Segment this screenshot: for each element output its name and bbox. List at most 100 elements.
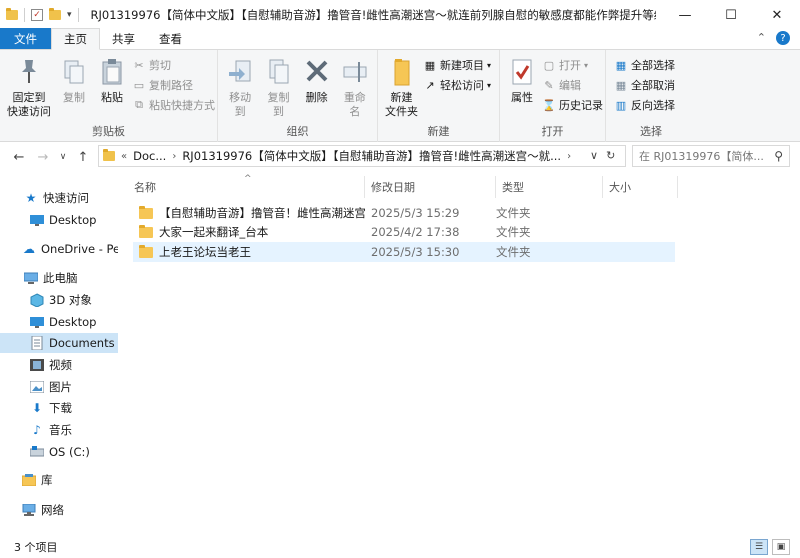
help-icon[interactable]: ?	[776, 31, 790, 45]
select-all-button[interactable]: ▦ 全部选择	[614, 56, 675, 74]
copy-path-icon: ▭	[133, 78, 145, 92]
ribbon-tabs: 文件 主页 共享 查看 ⌃ ?	[0, 28, 800, 50]
nav-item-downloads[interactable]: ⬇ 下载	[0, 398, 118, 418]
folder-icon	[103, 149, 115, 161]
new-group: 新建 文件夹 ▦ 新建项目 ▾ ↗ 轻松访问 ▾ 新建	[378, 50, 500, 142]
up-arrow-icon[interactable]: ↑	[74, 150, 92, 165]
scissors-icon: ✂	[134, 58, 144, 72]
select-group: ▦ 全部选择 ▦ 全部取消 ▥ 反向选择 选择	[606, 50, 696, 142]
breadcrumb-overflow-icon[interactable]: «	[121, 151, 127, 162]
nav-item-onedrive[interactable]: ☁ OneDrive - Per	[0, 239, 118, 259]
search-box[interactable]: 在 RJ01319976【简体... ⚲	[632, 145, 790, 167]
nav-item-os-c[interactable]: OS (C:)	[0, 442, 118, 462]
customize-toolbar-dropdown[interactable]: ▾	[67, 10, 72, 20]
file-type: 文件夹	[496, 245, 531, 259]
open-button[interactable]: ▢ 打开 ▾	[542, 56, 603, 74]
folder-icon	[139, 244, 153, 258]
nav-item-3d-objects[interactable]: 3D 对象	[0, 290, 118, 310]
table-row[interactable]: 上老王论坛当老王 2025/5/3 15:30 文件夹	[133, 242, 675, 262]
breadcrumb-chevron-icon[interactable]: ›	[172, 151, 176, 162]
ribbon: 固定到 快速访问 复制 粘贴 ✂ 剪切 ▭ 复制路径 ⧉ 粘贴快捷方式 剪贴板 移动到	[0, 50, 800, 142]
tab-home[interactable]: 主页	[51, 28, 100, 50]
toolbar-divider	[24, 8, 25, 22]
open-group-label: 打开	[541, 125, 564, 138]
desktop-icon	[30, 213, 44, 227]
column-header-type[interactable]: 类型	[496, 176, 603, 198]
properties-check-icon	[507, 56, 537, 88]
file-name: 上老王论坛当老王	[159, 245, 251, 259]
nav-item-desktop[interactable]: Desktop	[0, 210, 118, 230]
nav-item-music[interactable]: ♪ 音乐	[0, 420, 118, 440]
properties-check-icon[interactable]: ✓	[31, 9, 43, 21]
new-folder-icon	[387, 56, 417, 88]
tab-share[interactable]: 共享	[100, 28, 147, 49]
video-icon	[30, 358, 44, 372]
move-to-icon	[225, 56, 255, 88]
large-icons-view-icon[interactable]: ▣	[772, 539, 790, 555]
nav-item-desktop-pc[interactable]: Desktop	[0, 312, 118, 332]
forward-arrow-icon[interactable]: →	[34, 150, 52, 165]
breadcrumb-chevron-icon[interactable]: ›	[567, 151, 571, 162]
history-button[interactable]: ⌛ 历史记录	[542, 96, 603, 114]
invert-selection-button[interactable]: ▥ 反向选择	[614, 96, 675, 114]
file-list: 名称 ^ 修改日期 类型 大小 【自慰辅助音游】撸管音！雌性高潮迷宫... 20…	[128, 172, 800, 532]
clipboard-group-label: 剪贴板	[92, 125, 125, 138]
nav-item-this-pc[interactable]: 此电脑	[0, 268, 118, 288]
copy-to-icon	[263, 56, 293, 88]
column-header-name[interactable]: 名称 ^	[128, 174, 365, 198]
back-arrow-icon[interactable]: ←	[10, 150, 28, 165]
edit-button[interactable]: ✎ 编辑	[542, 76, 603, 94]
nav-item-libraries[interactable]: 库	[0, 470, 118, 490]
file-name: 大家一起来翻译_台本	[159, 225, 269, 239]
maximize-button[interactable]: ☐	[708, 0, 754, 30]
table-row[interactable]: 大家一起来翻译_台本 2025/4/2 17:38 文件夹	[133, 222, 675, 242]
nav-item-quick-access[interactable]: ★ 快速访问	[0, 188, 118, 208]
nav-item-network[interactable]: 网络	[0, 500, 118, 520]
select-all-icon: ▦	[615, 58, 627, 72]
organize-group-label: 组织	[286, 125, 309, 138]
tab-view[interactable]: 查看	[147, 28, 194, 49]
new-item-dropdown-icon: ▾	[487, 60, 492, 70]
file-name: 【自慰辅助音游】撸管音！雌性高潮迷宫...	[159, 206, 365, 220]
cut-button[interactable]: ✂ 剪切	[132, 56, 215, 74]
address-row: ← → ∨ ↑ « Doc... › RJ01319976【简体中文版】【自慰辅…	[0, 143, 800, 171]
close-button[interactable]: ✕	[754, 0, 800, 30]
tab-file[interactable]: 文件	[0, 28, 51, 49]
address-bar[interactable]: « Doc... › RJ01319976【简体中文版】【自慰辅助音游】撸管音!…	[98, 145, 626, 167]
new-folder-icon[interactable]	[49, 8, 61, 20]
breadcrumb-documents[interactable]: Doc...	[133, 149, 166, 163]
delete-x-icon	[302, 56, 332, 88]
select-none-button[interactable]: ▦ 全部取消	[614, 76, 675, 94]
document-icon	[30, 336, 44, 350]
nav-item-videos[interactable]: 视频	[0, 355, 118, 375]
breadcrumb-current-folder[interactable]: RJ01319976【简体中文版】【自慰辅助音游】撸管音!雌性高潮迷宫～就...	[182, 148, 561, 164]
details-view-icon[interactable]: ☰	[750, 539, 768, 555]
file-date: 2025/5/3 15:29	[371, 206, 460, 220]
easy-access-button[interactable]: ↗ 轻松访问 ▾	[423, 76, 491, 94]
refresh-icon[interactable]: ↻	[606, 149, 615, 162]
file-date: 2025/5/3 15:30	[371, 245, 460, 259]
nav-item-pictures[interactable]: 图片	[0, 377, 118, 397]
drive-icon	[30, 445, 44, 459]
address-history-dropdown-icon[interactable]: ∨	[590, 149, 598, 162]
copy-path-button[interactable]: ▭ 复制路径	[132, 76, 215, 94]
nav-item-documents[interactable]: Documents	[0, 333, 118, 353]
recent-locations-chevron-icon[interactable]: ∨	[54, 152, 72, 162]
table-row[interactable]: 【自慰辅助音游】撸管音！雌性高潮迷宫... 2025/5/3 15:29 文件夹	[133, 203, 675, 223]
navigation-pane: ★ 快速访问 Desktop ☁ OneDrive - Per 此电脑 3D 对象 …	[0, 178, 120, 528]
new-group-label: 新建	[427, 125, 450, 138]
column-header-size[interactable]: 大小	[603, 176, 678, 198]
title-bar: ✓ ▾ RJ01319976【简体中文版】【自慰辅助音游】撸管音!雌性高潮迷宫～…	[0, 0, 800, 30]
item-count: 3 个项目	[14, 541, 58, 554]
search-icon[interactable]: ⚲	[774, 149, 783, 163]
paste-icon	[97, 56, 127, 88]
file-type: 文件夹	[496, 206, 531, 220]
copy-icon	[59, 56, 89, 88]
new-item-icon: ▦	[424, 58, 436, 72]
minimize-button[interactable]: —	[662, 0, 708, 30]
paste-shortcut-button[interactable]: ⧉ 粘贴快捷方式	[132, 96, 215, 114]
download-icon: ⬇	[31, 401, 43, 415]
expand-ribbon-chevron-icon[interactable]: ⌃	[757, 31, 766, 45]
column-header-date[interactable]: 修改日期	[365, 176, 496, 198]
new-item-button[interactable]: ▦ 新建项目 ▾	[423, 56, 491, 74]
